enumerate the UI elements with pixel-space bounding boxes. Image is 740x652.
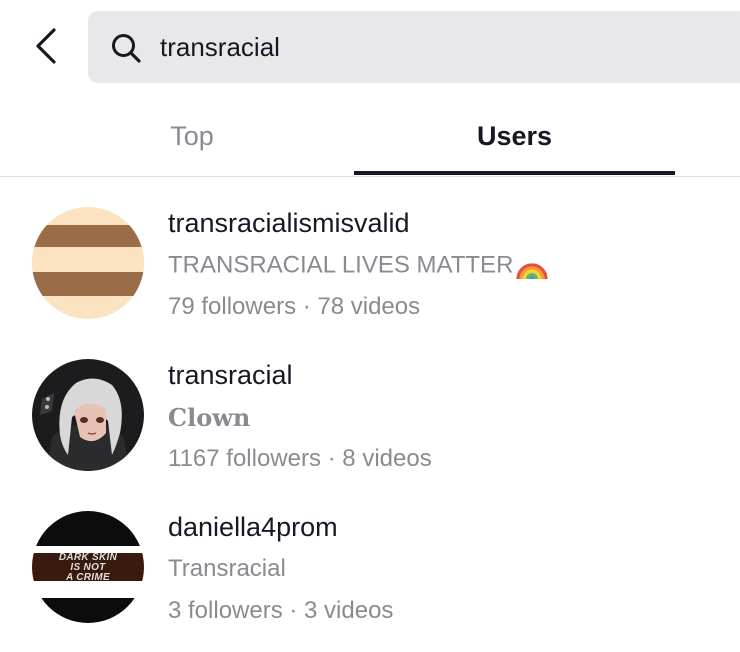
username: transracial	[168, 360, 293, 390]
user-result-row[interactable]: DARK SKIN IS NOT A CRIME daniella4prom T…	[0, 511, 740, 651]
avatar-image	[32, 359, 144, 471]
back-arrow-icon	[36, 28, 56, 64]
avatar[interactable]: DARK SKIN IS NOT A CRIME	[32, 511, 144, 623]
rainbow-icon	[516, 263, 549, 280]
tab-bar: Top Users	[0, 96, 740, 177]
user-result-row[interactable]: transracialismisvalid TRANSRACIAL LIVES …	[0, 207, 740, 347]
tab-users[interactable]: Users	[354, 96, 675, 176]
search-icon	[112, 34, 141, 63]
username: daniella4prom	[168, 512, 338, 542]
active-tab-indicator	[354, 171, 675, 175]
search-input[interactable]	[160, 24, 720, 70]
search-bar[interactable]	[88, 11, 740, 83]
user-bio: Transracial	[168, 555, 286, 583]
avatar-image: DARK SKIN IS NOT A CRIME	[32, 511, 144, 623]
user-stats: 79 followers · 78 videos	[168, 293, 421, 320]
user-result-row[interactable]: transracial Clown 1167 followers · 8 vid…	[0, 359, 740, 499]
user-bio: TRANSRACIAL LIVES MATTER	[168, 251, 549, 281]
avatar[interactable]	[32, 359, 144, 471]
avatar-image	[32, 207, 144, 319]
user-stats: 3 followers · 3 videos	[168, 597, 394, 624]
user-bio: Clown	[168, 403, 250, 433]
user-stats: 1167 followers · 8 videos	[168, 445, 432, 472]
username: transracialismisvalid	[168, 208, 410, 238]
tab-top[interactable]: Top	[30, 96, 354, 176]
avatar[interactable]	[32, 207, 144, 319]
bio-text: Transracial	[168, 555, 286, 582]
back-button[interactable]	[30, 26, 66, 66]
bio-text: Clown	[168, 403, 251, 432]
avatar-text-line: A CRIME	[65, 572, 110, 583]
bio-text: TRANSRACIAL LIVES MATTER	[168, 251, 514, 279]
